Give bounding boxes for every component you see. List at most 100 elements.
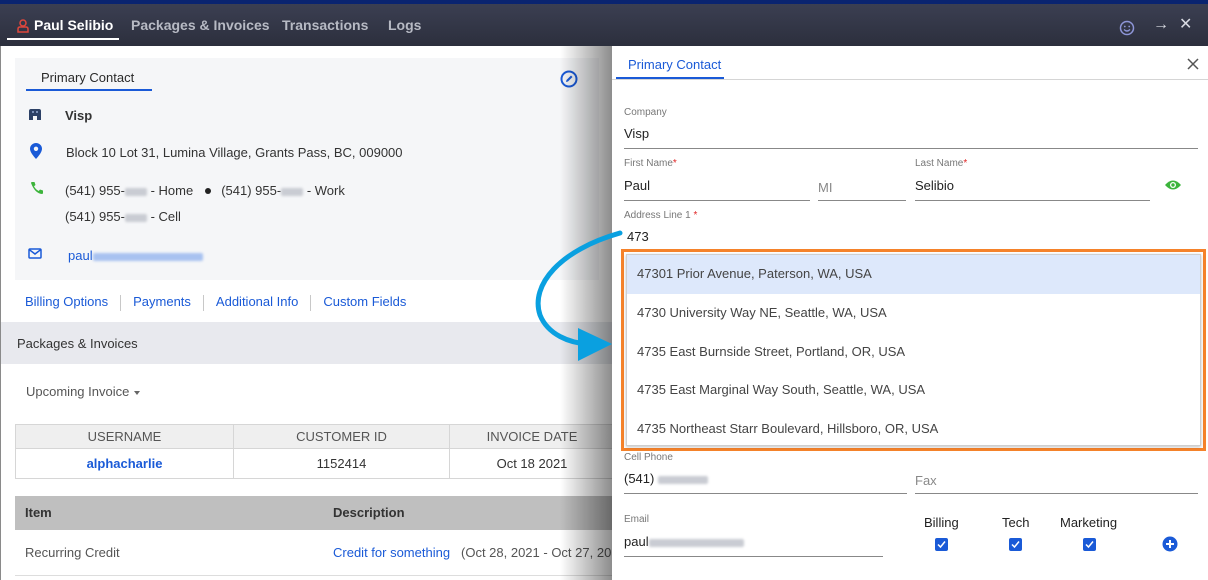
redacted-text (92, 252, 203, 261)
last-name-label: Last Name* (915, 158, 967, 169)
required-marker: * (963, 158, 968, 169)
input-underline (624, 148, 1198, 149)
suggestion-item[interactable]: 4735 East Marginal Way South, Seattle, W… (627, 371, 1200, 410)
last-name-input[interactable]: Selibio (915, 178, 954, 193)
cell-phone-prefix: (541) (624, 471, 658, 486)
column-header: Description (333, 505, 405, 520)
tab-primary-contact[interactable]: Primary Contact (628, 57, 721, 72)
marketing-checkbox[interactable] (1083, 538, 1096, 551)
address-line1-input[interactable]: 473 (627, 229, 649, 244)
period-text: (Oct 28, 2021 - Oct 27, 20 (461, 545, 612, 560)
upcoming-invoice-dropdown[interactable]: Upcoming Invoice (26, 384, 141, 399)
eye-icon[interactable] (1164, 178, 1182, 192)
middle-initial-input[interactable]: MI (818, 180, 832, 195)
additional-info-link[interactable]: Additional Info (216, 294, 298, 309)
first-name-input[interactable]: Paul (624, 178, 650, 193)
work-phone-suffix: - Work (303, 183, 345, 198)
invoice-summary-table: USERNAME CUSTOMER ID INVOICE DATE alphac… (15, 424, 615, 479)
top-nav-bar: Paul Selibio Packages & Invoices Transac… (0, 0, 1208, 46)
redacted-text (648, 538, 744, 547)
divider (612, 79, 1208, 80)
label-text: Address Line 1 (624, 210, 691, 221)
input-underline (624, 556, 883, 557)
address-suggestions-list: 47301 Prior Avenue, Paterson, WA, USA 47… (626, 254, 1201, 446)
tab-transactions[interactable]: Transactions (282, 17, 368, 33)
description-link[interactable]: Credit for something (333, 545, 450, 560)
mail-icon (28, 248, 42, 259)
suggestion-item[interactable]: 4730 University Way NE, Seattle, WA, USA (627, 294, 1200, 333)
fax-input[interactable]: Fax (915, 473, 937, 488)
items-table-header: Item Description (15, 496, 615, 530)
invoice-date-cell: Oct 18 2021 (449, 448, 615, 479)
company-label: Company (624, 107, 667, 118)
add-email-icon[interactable] (1162, 536, 1178, 552)
suggestion-item[interactable]: 47301 Prior Avenue, Paterson, WA, USA (627, 255, 1200, 294)
edit-contact-panel: Primary Contact Company Visp First Name*… (612, 46, 1208, 580)
link-divider (310, 294, 312, 311)
packages-section-header: Packages & Invoices (1, 322, 613, 364)
table-header-row: USERNAME CUSTOMER ID INVOICE DATE (15, 424, 615, 449)
tab-customer[interactable]: Paul Selibio (34, 17, 113, 33)
address-line1-label: Address Line 1 * (624, 210, 697, 221)
check-icon (937, 541, 946, 549)
email-link[interactable]: paul (68, 248, 203, 263)
table-row: Recurring Credit Credit for something (O… (15, 530, 615, 576)
column-header: USERNAME (15, 424, 234, 449)
username-link[interactable]: alphacharlie (15, 448, 234, 479)
primary-contact-underline (26, 89, 152, 91)
redacted-text (124, 213, 147, 222)
close-panel-icon[interactable] (1186, 57, 1200, 71)
redacted-text (657, 475, 708, 484)
item-cell: Recurring Credit (25, 545, 120, 560)
required-marker: * (672, 158, 677, 169)
input-underline (624, 493, 907, 494)
input-underline (915, 200, 1150, 201)
email-label: Email (624, 514, 650, 525)
label-text: First Name (624, 158, 673, 169)
email-prefix: paul (68, 248, 93, 263)
suggestion-item[interactable]: 4735 Northeast Starr Boulevard, Hillsbor… (627, 410, 1200, 449)
arrow-right-icon[interactable]: → (1153, 17, 1169, 33)
cell-phone-suffix: - Cell (146, 209, 181, 224)
redacted-text (281, 187, 304, 196)
required-marker: * (693, 210, 698, 221)
payments-link[interactable]: Payments (133, 294, 191, 309)
billing-checkbox[interactable] (935, 538, 948, 551)
tab-packages-invoices[interactable]: Packages & Invoices (131, 17, 270, 33)
link-divider (120, 294, 122, 311)
phone-icon (31, 182, 43, 194)
address-text: Block 10 Lot 31, Lumina Village, Grants … (66, 145, 403, 160)
company-input[interactable]: Visp (624, 126, 649, 141)
upcoming-invoice-label: Upcoming Invoice (26, 384, 130, 399)
custom-fields-link[interactable]: Custom Fields (323, 294, 406, 309)
cell-phone-label: Cell Phone (624, 452, 673, 463)
close-icon[interactable]: ✕ (1179, 17, 1192, 33)
table-row: alphacharlie 1152414 Oct 18 2021 (15, 448, 615, 479)
cell-phone-input[interactable]: (541) (624, 471, 708, 486)
phone-list: (541) 955- - Home (541) 955- - Work (65, 183, 345, 198)
tech-checkbox[interactable] (1009, 538, 1022, 551)
first-name-label: First Name* (624, 158, 677, 169)
separator-dot (205, 188, 212, 195)
column-header: INVOICE DATE (449, 424, 615, 449)
smile-icon[interactable] (1119, 20, 1135, 36)
check-icon (1085, 541, 1094, 549)
cell-phone: (541) 955- - Cell (65, 209, 181, 224)
label-text: Last Name (915, 158, 964, 169)
customer-detail: Primary Contact Visp Block 10 Lot 31, Lu… (0, 46, 615, 580)
tech-label: Tech (1002, 515, 1030, 530)
tab-logs[interactable]: Logs (388, 17, 421, 33)
user-icon (17, 19, 29, 33)
address-suggestions-highlight: 47301 Prior Avenue, Paterson, WA, USA 47… (621, 249, 1206, 451)
home-phone-prefix: (541) 955- (65, 183, 125, 198)
billing-options-link[interactable]: Billing Options (25, 294, 108, 309)
suggestion-item[interactable]: 4735 East Burnside Street, Portland, OR,… (627, 333, 1200, 372)
edit-icon[interactable] (560, 70, 578, 88)
email-input[interactable]: paul (624, 534, 744, 549)
column-header: Item (25, 505, 52, 520)
link-divider (202, 294, 204, 311)
location-pin-icon (30, 143, 42, 159)
marketing-label: Marketing (1060, 515, 1118, 530)
billing-label: Billing (924, 515, 959, 530)
caret-down-icon (134, 390, 141, 395)
